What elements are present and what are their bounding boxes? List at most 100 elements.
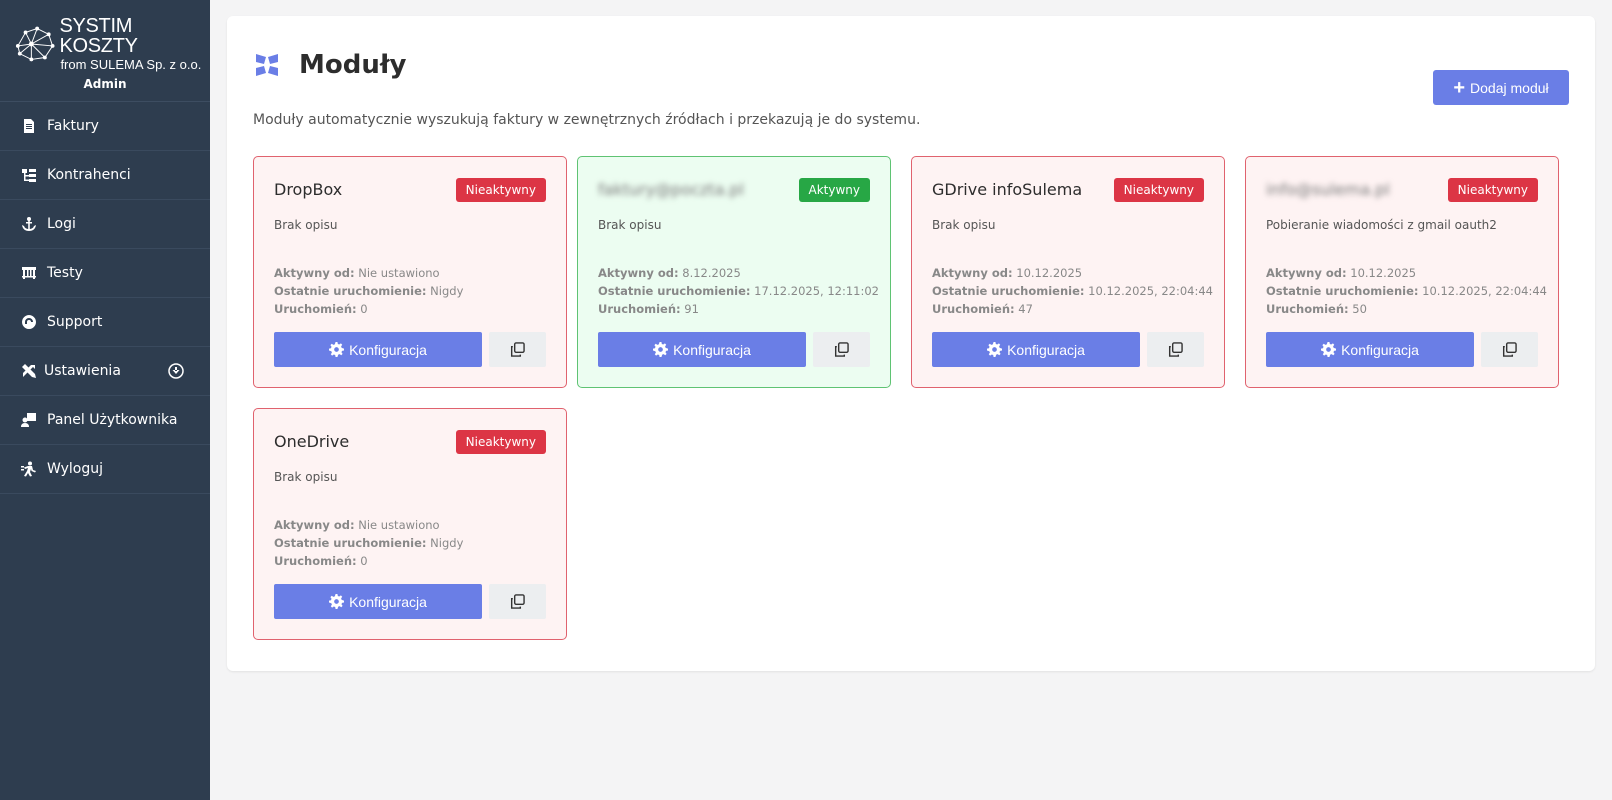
puzzle-icon: [256, 54, 278, 76]
active-since-value: Nie ustawiono: [358, 266, 440, 280]
active-since-value: 8.12.2025: [682, 266, 741, 280]
document-icon: [20, 117, 38, 135]
status-badge: Aktywny: [798, 178, 870, 202]
active-since-value: 10.12.2025: [1350, 266, 1417, 280]
configure-label: Konfiguracja: [1007, 341, 1085, 358]
page-description: Moduły automatycznie wyszukują faktury w…: [253, 112, 921, 128]
meta-label: Uruchomień:: [932, 302, 1015, 316]
runs-value: 47: [1018, 302, 1033, 316]
sidebar-item-testy[interactable]: Testy: [0, 249, 210, 298]
module-meta: Aktywny od: Nie ustawiono Ostatnie uruch…: [274, 264, 463, 318]
brand-subtitle: from SULEMA Sp. z o.o.: [60, 57, 202, 72]
sidebar-item-label: Ustawienia: [44, 363, 121, 379]
module-card-gmail: info@sulema.pl Nieaktywny Pobieranie wia…: [1245, 156, 1559, 388]
sidebar-item-label: Support: [47, 314, 103, 330]
status-badge: Nieaktywny: [455, 430, 546, 454]
active-since-value: Nie ustawiono: [358, 518, 440, 532]
configure-label: Konfiguracja: [1341, 341, 1419, 358]
module-name: DropBox: [274, 180, 343, 199]
runs-value: 50: [1352, 302, 1367, 316]
sidebar-item-kontrahenci[interactable]: Kontrahenci: [0, 151, 210, 200]
gear-icon: [329, 594, 345, 609]
module-description: Brak opisu: [274, 218, 338, 232]
last-run-value: 10.12.2025, 22:04:44: [1422, 284, 1547, 298]
meta-label: Ostatnie uruchomienie:: [274, 284, 427, 298]
configure-label: Konfiguracja: [349, 341, 427, 358]
configure-label: Konfiguracja: [673, 341, 751, 358]
configure-button[interactable]: Konfiguracja: [1266, 332, 1474, 367]
meta-label: Ostatnie uruchomienie:: [1266, 284, 1419, 298]
add-module-button[interactable]: + Dodaj moduł: [1433, 70, 1569, 105]
current-user: Admin: [83, 77, 127, 91]
configure-button[interactable]: Konfiguracja: [274, 332, 482, 367]
module-name: faktury@poczta.pl: [598, 180, 745, 199]
module-card-dropbox: DropBox Nieaktywny Brak opisu Aktywny od…: [253, 156, 567, 388]
configure-button[interactable]: Konfiguracja: [274, 584, 482, 619]
configure-button[interactable]: Konfiguracja: [598, 332, 806, 367]
expand-down-icon[interactable]: [168, 363, 184, 379]
sidebar-item-label: Wyloguj: [47, 461, 103, 477]
last-run-value: 10.12.2025, 22:04:44: [1088, 284, 1213, 298]
plus-icon: +: [1453, 76, 1466, 99]
last-run-value: 17.12.2025, 12:11:02: [754, 284, 879, 298]
module-name: info@sulema.pl: [1266, 180, 1390, 199]
sidebar-item-support[interactable]: Support: [0, 298, 210, 347]
sidebar-item-faktury[interactable]: Faktury: [0, 102, 210, 151]
meta-label: Aktywny od:: [598, 266, 679, 280]
configure-button[interactable]: Konfiguracja: [932, 332, 1140, 367]
active-since-value: 10.12.2025: [1016, 266, 1083, 280]
sidebar: SYSTIM KOSZTY from SULEMA Sp. z o.o. Adm…: [0, 0, 210, 800]
sidebar-item-wyloguj[interactable]: Wyloguj: [0, 445, 210, 494]
tools-icon: [20, 362, 38, 380]
duplicate-button[interactable]: [489, 584, 546, 619]
module-meta: Aktywny od: 8.12.2025 Ostatnie uruchomie…: [598, 264, 879, 318]
status-badge: Nieaktywny: [455, 178, 546, 202]
gear-icon: [1321, 342, 1337, 357]
meta-label: Aktywny od:: [274, 518, 355, 532]
copy-icon: [510, 594, 525, 609]
sidebar-nav: Faktury Kontrahenci Logi Testy Support U…: [0, 102, 210, 494]
duplicate-button[interactable]: [813, 332, 870, 367]
module-description: Brak opisu: [274, 470, 338, 484]
meta-label: Ostatnie uruchomienie:: [274, 536, 427, 550]
module-description: Pobieranie wiadomości z gmail oauth2: [1266, 218, 1497, 232]
brand-block: SYSTIM KOSZTY from SULEMA Sp. z o.o. Adm…: [0, 0, 210, 102]
sidebar-item-label: Testy: [47, 265, 83, 281]
module-description: Brak opisu: [932, 218, 996, 232]
meta-label: Aktywny od:: [932, 266, 1013, 280]
last-run-value: Nigdy: [430, 536, 464, 550]
runs-value: 0: [360, 554, 368, 568]
runs-value: 91: [684, 302, 699, 316]
sidebar-item-ustawienia[interactable]: Ustawienia: [0, 347, 210, 396]
duplicate-button[interactable]: [1147, 332, 1204, 367]
module-meta: Aktywny od: Nie ustawiono Ostatnie uruch…: [274, 516, 463, 570]
sidebar-item-logi[interactable]: Logi: [0, 200, 210, 249]
module-meta: Aktywny od: 10.12.2025 Ostatnie uruchomi…: [1266, 264, 1547, 318]
add-module-label: Dodaj moduł: [1470, 79, 1549, 96]
tree-icon: [20, 166, 38, 184]
runs-value: 0: [360, 302, 368, 316]
brand-title: SYSTIM KOSZTY: [59, 15, 138, 57]
meta-label: Uruchomień:: [274, 302, 357, 316]
meta-label: Uruchomień:: [598, 302, 681, 316]
headset-icon: [20, 313, 38, 331]
meta-label: Uruchomień:: [274, 554, 357, 568]
page-header: Moduły: [253, 50, 406, 80]
status-badge: Nieaktywny: [1113, 178, 1204, 202]
copy-icon: [834, 342, 849, 357]
status-badge: Nieaktywny: [1447, 178, 1538, 202]
module-card-email-active: faktury@poczta.pl Aktywny Brak opisu Akt…: [577, 156, 891, 388]
last-run-value: Nigdy: [430, 284, 464, 298]
sidebar-item-label: Panel Użytkownika: [47, 412, 178, 428]
configure-label: Konfiguracja: [349, 593, 427, 610]
anchor-icon: [20, 215, 38, 233]
module-name: OneDrive: [274, 432, 350, 451]
duplicate-button[interactable]: [489, 332, 546, 367]
sidebar-item-label: Logi: [47, 216, 76, 232]
sidebar-item-label: Kontrahenci: [47, 167, 131, 183]
copy-icon: [1168, 342, 1183, 357]
sidebar-item-panel-uzytkownika[interactable]: Panel Użytkownika: [0, 396, 210, 445]
duplicate-button[interactable]: [1481, 332, 1538, 367]
copy-icon: [1502, 342, 1517, 357]
module-card-onedrive: OneDrive Nieaktywny Brak opisu Aktywny o…: [253, 408, 567, 640]
